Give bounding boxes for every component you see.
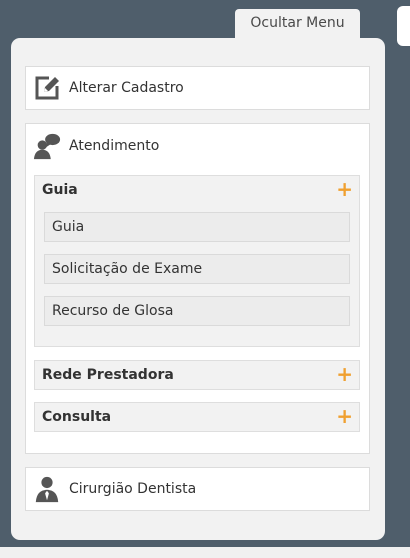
menu-item-alterar-cadastro[interactable]: Alterar Cadastro: [26, 67, 369, 109]
menu-item-atendimento[interactable]: Atendimento: [26, 125, 369, 167]
expand-plus-icon[interactable]: +: [336, 406, 353, 426]
chat-user-icon: [33, 132, 61, 160]
submenu-header-label: Rede Prestadora: [42, 367, 174, 383]
menu-card-atendimento: Atendimento Guia + Guia Solicitação de E…: [25, 123, 370, 454]
submenu-group-guia: Guia + Guia Solicitação de Exame Recurso…: [34, 175, 360, 347]
menu-item-label: Cirurgião Dentista: [69, 481, 197, 497]
submenu-group-rede-prestadora: Rede Prestadora +: [34, 360, 360, 390]
dentist-user-icon: [33, 475, 61, 503]
submenu-group-consulta: Consulta +: [34, 402, 360, 432]
submenu-item-solicitacao-exame[interactable]: Solicitação de Exame: [44, 254, 350, 284]
menu-card-cirurgiao-dentista: Cirurgião Dentista: [25, 467, 370, 511]
adjacent-panel-edge: [397, 6, 410, 46]
side-menu-panel: Alterar Cadastro Atendimento Guia + Guia: [11, 38, 385, 540]
menu-item-cirurgiao-dentista[interactable]: Cirurgião Dentista: [26, 468, 369, 510]
hide-menu-button[interactable]: Ocultar Menu: [235, 9, 360, 39]
submenu-header-consulta[interactable]: Consulta +: [35, 403, 359, 431]
menu-item-label: Alterar Cadastro: [69, 80, 184, 96]
submenu-header-label: Consulta: [42, 409, 112, 425]
menu-card-alterar-cadastro: Alterar Cadastro: [25, 66, 370, 110]
submenu-header-rede-prestadora[interactable]: Rede Prestadora +: [35, 361, 359, 389]
edit-icon: [33, 74, 61, 102]
menu-item-label: Atendimento: [69, 138, 160, 154]
submenu-item-guia[interactable]: Guia: [44, 212, 350, 242]
submenu-header-label: Guia: [42, 181, 78, 198]
page-footer-strip: [0, 547, 410, 558]
expand-plus-icon[interactable]: +: [336, 364, 353, 384]
submenu-item-recurso-glosa[interactable]: Recurso de Glosa: [44, 296, 350, 326]
expand-plus-icon[interactable]: +: [336, 179, 353, 199]
submenu-header-guia[interactable]: Guia +: [35, 176, 359, 203]
